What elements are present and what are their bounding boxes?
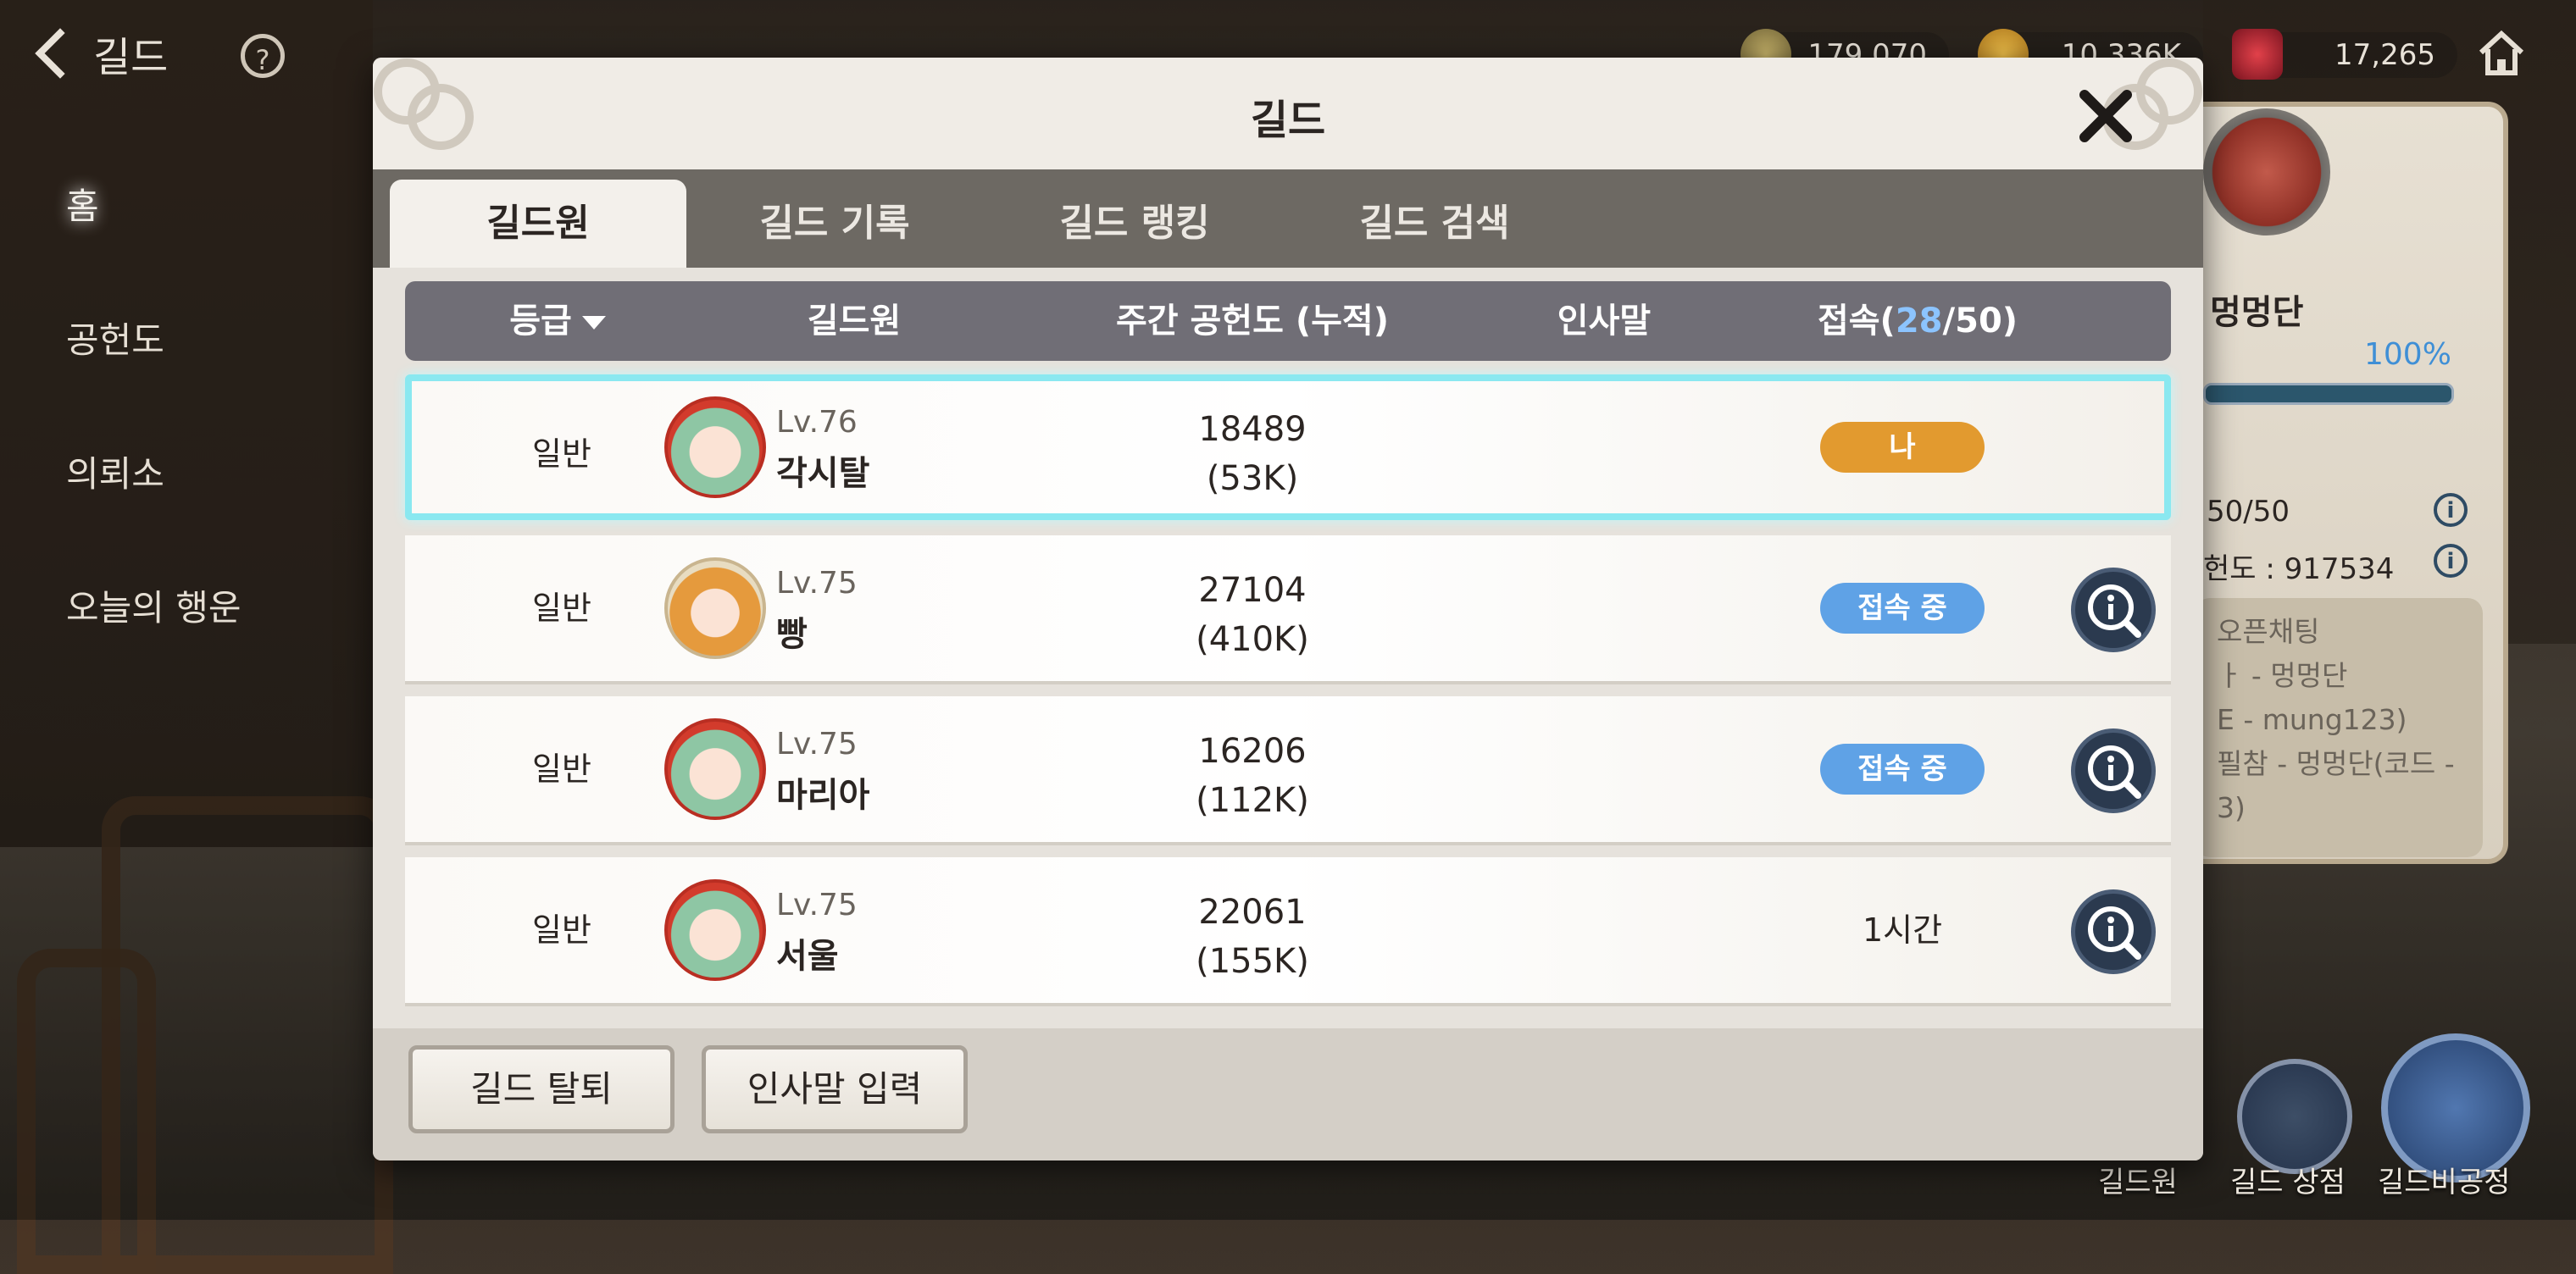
total-contribution: (155K)	[1196, 942, 1309, 981]
guild-modal: 길드 길드원 길드 기록 길드 랭킹 길드 검색 등급 길드원 주간 공헌도 (…	[373, 58, 2203, 1160]
magnifier-info-icon	[2088, 745, 2141, 799]
side-menu-item-home[interactable]: 홈	[66, 178, 242, 312]
enter-greeting-button[interactable]: 인사말 입력	[702, 1045, 968, 1133]
member-row[interactable]: 일반 Lv.75 빵 27104 (410K) 접속 중	[405, 535, 2171, 684]
column-header-online: 접속(28/50)	[1778, 281, 2057, 361]
info-icon-members[interactable]: i	[2434, 493, 2468, 527]
tab-guild-search[interactable]: 길드 검색	[1286, 180, 1583, 268]
member-level: Lv.76	[776, 405, 858, 440]
total-contribution: (410K)	[1196, 620, 1309, 659]
guild-progress-text: 100%	[2364, 337, 2451, 372]
notice-line: 3)	[2217, 791, 2246, 824]
member-contribution: 18489 (53K)	[1108, 405, 1396, 503]
online-badge: 접속 중	[1820, 744, 1985, 795]
column-header-greeting: 인사말	[1557, 302, 1652, 341]
member-row-self[interactable]: 일반 Lv.76 각시탈 18489 (53K) 나	[405, 374, 2171, 520]
member-level: Lv.75	[776, 566, 858, 601]
caret-down-icon	[581, 316, 606, 330]
magnifier-info-icon	[2088, 584, 2141, 638]
column-header-member: 길드원	[807, 302, 902, 341]
self-badge: 나	[1820, 422, 1985, 473]
total-contribution: (53K)	[1206, 459, 1299, 498]
member-name: 빵	[776, 615, 808, 654]
weekly-contribution: 27104	[1198, 571, 1307, 610]
close-icon[interactable]	[2068, 78, 2144, 154]
member-avatar	[664, 879, 766, 981]
bottom-label-members[interactable]: 길드원	[2098, 1159, 2178, 1200]
tab-guild-ranking[interactable]: 길드 랭킹	[986, 180, 1283, 268]
currency-crystal-value: 17,265	[2334, 38, 2435, 72]
member-info-button[interactable]	[2071, 889, 2156, 974]
member-rank: 일반	[532, 435, 591, 473]
side-menu-item-contribution[interactable]: 공헌도	[66, 312, 242, 446]
member-avatar	[664, 396, 766, 498]
member-rank: 일반	[532, 590, 591, 627]
back-button[interactable]: 길드	[31, 24, 168, 83]
online-prefix: 접속(	[1817, 302, 1896, 341]
member-level: Lv.75	[776, 888, 858, 922]
modal-header: 길드	[373, 58, 2203, 169]
member-info-button[interactable]	[2071, 568, 2156, 652]
guild-shop-button[interactable]	[2237, 1059, 2352, 1174]
side-menu-item-fortune[interactable]: 오늘의 행운	[66, 579, 242, 713]
member-level: Lv.75	[776, 727, 858, 762]
member-info-button[interactable]	[2071, 728, 2156, 813]
online-count: 28	[1895, 302, 1943, 341]
leave-guild-button[interactable]: 길드 탈퇴	[408, 1045, 675, 1133]
chevron-left-icon	[35, 28, 86, 79]
weekly-contribution: 18489	[1198, 410, 1307, 449]
side-menu-item-request[interactable]: 의뢰소	[66, 446, 242, 579]
tab-members[interactable]: 길드원	[390, 180, 686, 268]
currency-crystal[interactable]: 17,265	[2232, 29, 2457, 80]
guild-members-count: 50/50	[2207, 495, 2290, 529]
magnifier-info-icon	[2088, 906, 2141, 960]
tab-bar: 길드원 길드 기록 길드 랭킹 길드 검색	[373, 169, 2203, 268]
column-header-weekly: 주간 공헌도 (누적)	[1115, 302, 1389, 341]
member-rank: 일반	[532, 751, 591, 788]
table-header: 등급 길드원 주간 공헌도 (누적) 인사말 접속(28/50)	[405, 281, 2171, 361]
last-online-text: 1시간	[1862, 911, 1943, 949]
member-avatar	[664, 718, 766, 820]
member-contribution: 22061 (155K)	[1108, 888, 1396, 986]
sort-rank-button[interactable]: 등급	[456, 281, 659, 361]
red-crystal-icon	[2232, 29, 2283, 80]
member-contribution: 16206 (112K)	[1108, 727, 1396, 825]
bottom-label-shop[interactable]: 길드 상점	[2230, 1159, 2346, 1200]
member-contribution: 27104 (410K)	[1108, 566, 1396, 664]
member-avatar	[664, 557, 766, 659]
notice-line: ㅏ - 멍멍단	[2217, 659, 2348, 692]
weekly-contribution: 16206	[1198, 732, 1307, 771]
total-contribution: (112K)	[1196, 781, 1309, 820]
bottom-label-airship[interactable]: 길드비공정	[2378, 1159, 2510, 1200]
member-list-area: 등급 길드원 주간 공헌도 (누적) 인사말 접속(28/50) 일반 Lv.7…	[373, 268, 2203, 1088]
member-row[interactable]: 일반 Lv.75 마리아 16206 (112K) 접속 중	[405, 696, 2171, 845]
weekly-contribution: 22061	[1198, 893, 1307, 932]
member-rank: 일반	[532, 911, 591, 949]
modal-footer: 길드 탈퇴 인사말 입력	[373, 1028, 2203, 1160]
notice-line: E - mung123)	[2217, 703, 2407, 736]
home-icon[interactable]	[2474, 25, 2529, 80]
guild-name: 멍멍단	[2210, 293, 2304, 332]
tab-guild-log[interactable]: 길드 기록	[686, 180, 983, 268]
back-label: 길드	[93, 34, 169, 81]
side-menu: 홈 공헌도 의뢰소 오늘의 행운	[66, 178, 242, 713]
notice-line: 오픈채팅	[2217, 615, 2320, 648]
notice-line: 필참 - 멍멍단(코드 -	[2217, 747, 2455, 780]
member-name: 각시탈	[776, 454, 870, 493]
info-icon-contribution[interactable]: i	[2434, 544, 2468, 578]
guild-emblem	[2203, 108, 2330, 235]
guild-contribution: 헌도 : 917534	[2203, 552, 2395, 586]
modal-title: 길드	[1250, 97, 1326, 144]
member-name: 서울	[776, 937, 839, 976]
online-badge: 접속 중	[1820, 583, 1985, 634]
column-header-rank: 등급	[509, 302, 572, 341]
help-icon[interactable]: ?	[241, 34, 285, 78]
guild-progress-bar	[2203, 383, 2454, 405]
member-row[interactable]: 일반 Lv.75 서울 22061 (155K) 1시간	[405, 857, 2171, 1006]
member-name: 마리아	[776, 776, 870, 815]
guild-notice: 오픈채팅 ㅏ - 멍멍단 E - mung123) 필참 - 멍멍단(코드 - …	[2195, 598, 2483, 857]
online-suffix: /50)	[1942, 302, 2018, 341]
